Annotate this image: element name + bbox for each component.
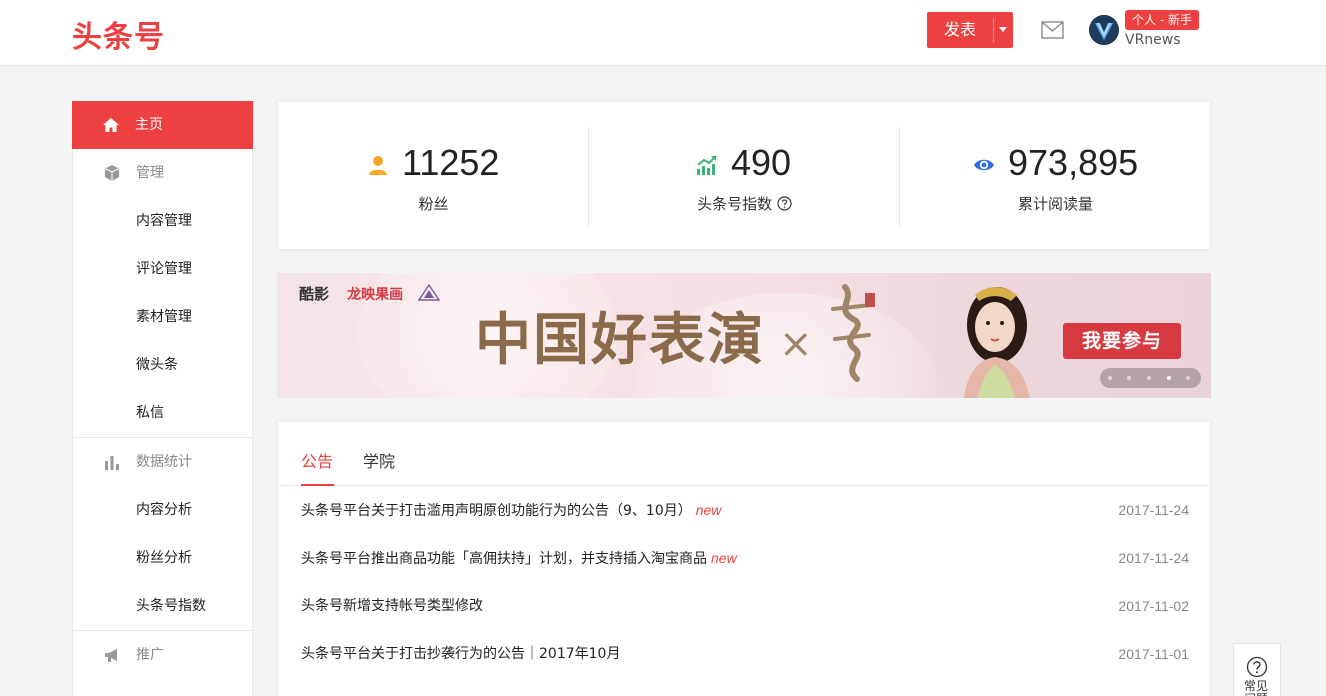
notice-title[interactable]: 头条号新增支持帐号类型修改 <box>301 598 483 614</box>
notice-title[interactable]: 头条号平台推出商品功能「高佣扶持」计划，并支持插入淘宝商品 <box>301 551 707 567</box>
notices-card: 公告 学院 头条号平台关于打击滥用声明原创功能行为的公告（9、10月） new 2… <box>277 421 1212 696</box>
top-bar: 头条号 发表 个人 - 新手 VRnews <box>0 0 1326 66</box>
sidebar-item-index[interactable]: 头条号指数 <box>73 582 252 630</box>
sidebar-item-label: 内容分析 <box>136 502 192 518</box>
notice-title[interactable]: 头条号平台关于打击滥用声明原创功能行为的公告（9、10月） <box>301 503 692 519</box>
carousel-dot[interactable] <box>1147 376 1151 380</box>
vr-logo-icon <box>1089 15 1119 45</box>
partner-logo-longying: 龙映果画 <box>347 287 404 303</box>
sidebar: 主页 管理 内容管理 评论管理 素材管理 微头条 私信 数据统计 内容分析 粉丝… <box>72 101 253 696</box>
tab-announcements[interactable]: 公告 <box>301 448 333 472</box>
sidebar-item-label: 微头条 <box>136 357 178 373</box>
sidebar-item-label: 素材管理 <box>136 309 192 325</box>
account-type-badge: 个人 - 新手 <box>1125 10 1199 30</box>
eye-icon <box>974 159 994 171</box>
sidebar-item-label: 主页 <box>135 117 163 133</box>
trend-up-icon <box>697 155 717 175</box>
index-label-text: 头条号指数 <box>697 195 773 213</box>
tab-academy[interactable]: 学院 <box>363 448 395 472</box>
toutiao-logo[interactable]: 头条号 <box>72 12 165 56</box>
sidebar-item-comment-manage[interactable]: 评论管理 <box>73 245 252 293</box>
cross-icon: × <box>779 321 813 367</box>
stats-card: 11252 粉丝 490 头条号指数 973,895 累计阅读量 <box>277 101 1211 250</box>
promo-banner[interactable]: 酷影 龙映果画 中国好表演 × 我要参与 <box>277 273 1211 398</box>
avatar[interactable] <box>1089 15 1119 45</box>
banner-illustration <box>963 287 1030 398</box>
sidebar-item-messages[interactable]: 私信 <box>73 389 252 437</box>
join-button[interactable]: 我要参与 <box>1063 323 1181 359</box>
partner-logo-kuying: 酷影 <box>299 285 330 303</box>
megaphone-icon <box>105 649 117 662</box>
sidebar-item-label: 数据统计 <box>136 454 192 470</box>
notice-title[interactable]: 头条号平台关于打击抄袭行为的公告｜2017年10月 <box>301 646 620 662</box>
sidebar-item-label: 私信 <box>136 405 164 421</box>
notice-row[interactable]: 头条号平台关于打击滥用声明原创功能行为的公告（9、10月） new 2017-11… <box>301 486 1189 534</box>
notice-row[interactable]: 头条号平台推出商品功能「高佣扶持」计划，并支持插入淘宝商品 new 2017-11… <box>301 534 1189 582</box>
cube-icon <box>104 165 120 181</box>
publish-label[interactable]: 发表 <box>927 12 993 48</box>
fans-label: 粉丝 <box>418 195 449 213</box>
mountain-logo-icon <box>417 283 441 301</box>
sidebar-item-label: 头条号指数 <box>136 598 206 614</box>
sidebar-item-label: 推广 <box>136 647 164 663</box>
sidebar-item-label: 评论管理 <box>136 261 192 277</box>
carousel-dots[interactable] <box>1100 368 1201 388</box>
sidebar-item-label: 内容管理 <box>136 213 192 229</box>
notice-row[interactable]: 头条号新增支持帐号类型修改 2017-11-02 <box>301 582 1189 630</box>
sidebar-item-fans-analysis[interactable]: 粉丝分析 <box>73 534 252 582</box>
help-icon[interactable] <box>777 196 792 211</box>
sidebar-item-micro-post[interactable]: 微头条 <box>73 341 252 389</box>
partner-logos: 酷影 龙映果画 <box>299 283 441 304</box>
sidebar-group-manage[interactable]: 管理 <box>73 149 252 197</box>
sidebar-item-label: 粉丝分析 <box>136 550 192 566</box>
faq-label: 常见问题 <box>1244 679 1269 696</box>
reads-label: 累计阅读量 <box>1017 195 1093 213</box>
index-score: 490 <box>731 142 792 183</box>
index-label: 头条号指数 <box>589 193 900 214</box>
fans-count: 11252 <box>402 142 500 183</box>
reads-count: 973,895 <box>1008 142 1139 183</box>
calligraphy-art <box>825 279 881 395</box>
stat-reads[interactable]: 973,895 累计阅读量 <box>900 102 1211 251</box>
sidebar-item-content-analysis[interactable]: 内容分析 <box>73 486 252 534</box>
calligraphy-art-icon <box>831 284 875 382</box>
new-badge: new <box>711 550 737 566</box>
mail-icon[interactable] <box>1041 20 1064 40</box>
home-icon <box>103 118 119 132</box>
chevron-down-icon[interactable] <box>994 12 1013 48</box>
faq-button[interactable]: 常见问题 <box>1233 643 1281 696</box>
new-badge: new <box>695 502 722 518</box>
carousel-dot[interactable] <box>1186 376 1190 380</box>
carousel-dot[interactable] <box>1127 376 1131 380</box>
notice-date: 2017-11-02 <box>1118 598 1189 614</box>
stat-fans[interactable]: 11252 粉丝 <box>278 102 589 251</box>
stat-index[interactable]: 490 头条号指数 <box>589 102 900 251</box>
sidebar-group-promote[interactable]: 推广 <box>73 631 252 679</box>
notice-date: 2017-11-24 <box>1118 550 1189 566</box>
sidebar-item-material-manage[interactable]: 素材管理 <box>73 293 252 341</box>
help-icon <box>1246 656 1268 678</box>
carousel-dot[interactable] <box>1108 376 1112 380</box>
notice-date: 2017-11-01 <box>1118 646 1189 662</box>
username[interactable]: VRnews <box>1125 32 1181 48</box>
bar-chart-icon <box>105 456 119 470</box>
carousel-dot-active[interactable] <box>1167 376 1171 380</box>
sidebar-item-label: 管理 <box>136 165 164 181</box>
sidebar-item-home[interactable]: 主页 <box>72 101 253 149</box>
banner-title: 中国好表演 <box>475 307 765 373</box>
sidebar-item-content-manage[interactable]: 内容管理 <box>73 197 252 245</box>
user-icon <box>369 156 387 175</box>
notice-tabs: 公告 学院 <box>278 422 1212 486</box>
sidebar-group-stats[interactable]: 数据统计 <box>73 438 252 486</box>
notice-date: 2017-11-24 <box>1118 502 1189 518</box>
notice-row[interactable]: 头条号平台关于打击抄袭行为的公告｜2017年10月 2017-11-01 <box>301 630 1189 678</box>
publish-button[interactable]: 发表 <box>927 12 1013 48</box>
